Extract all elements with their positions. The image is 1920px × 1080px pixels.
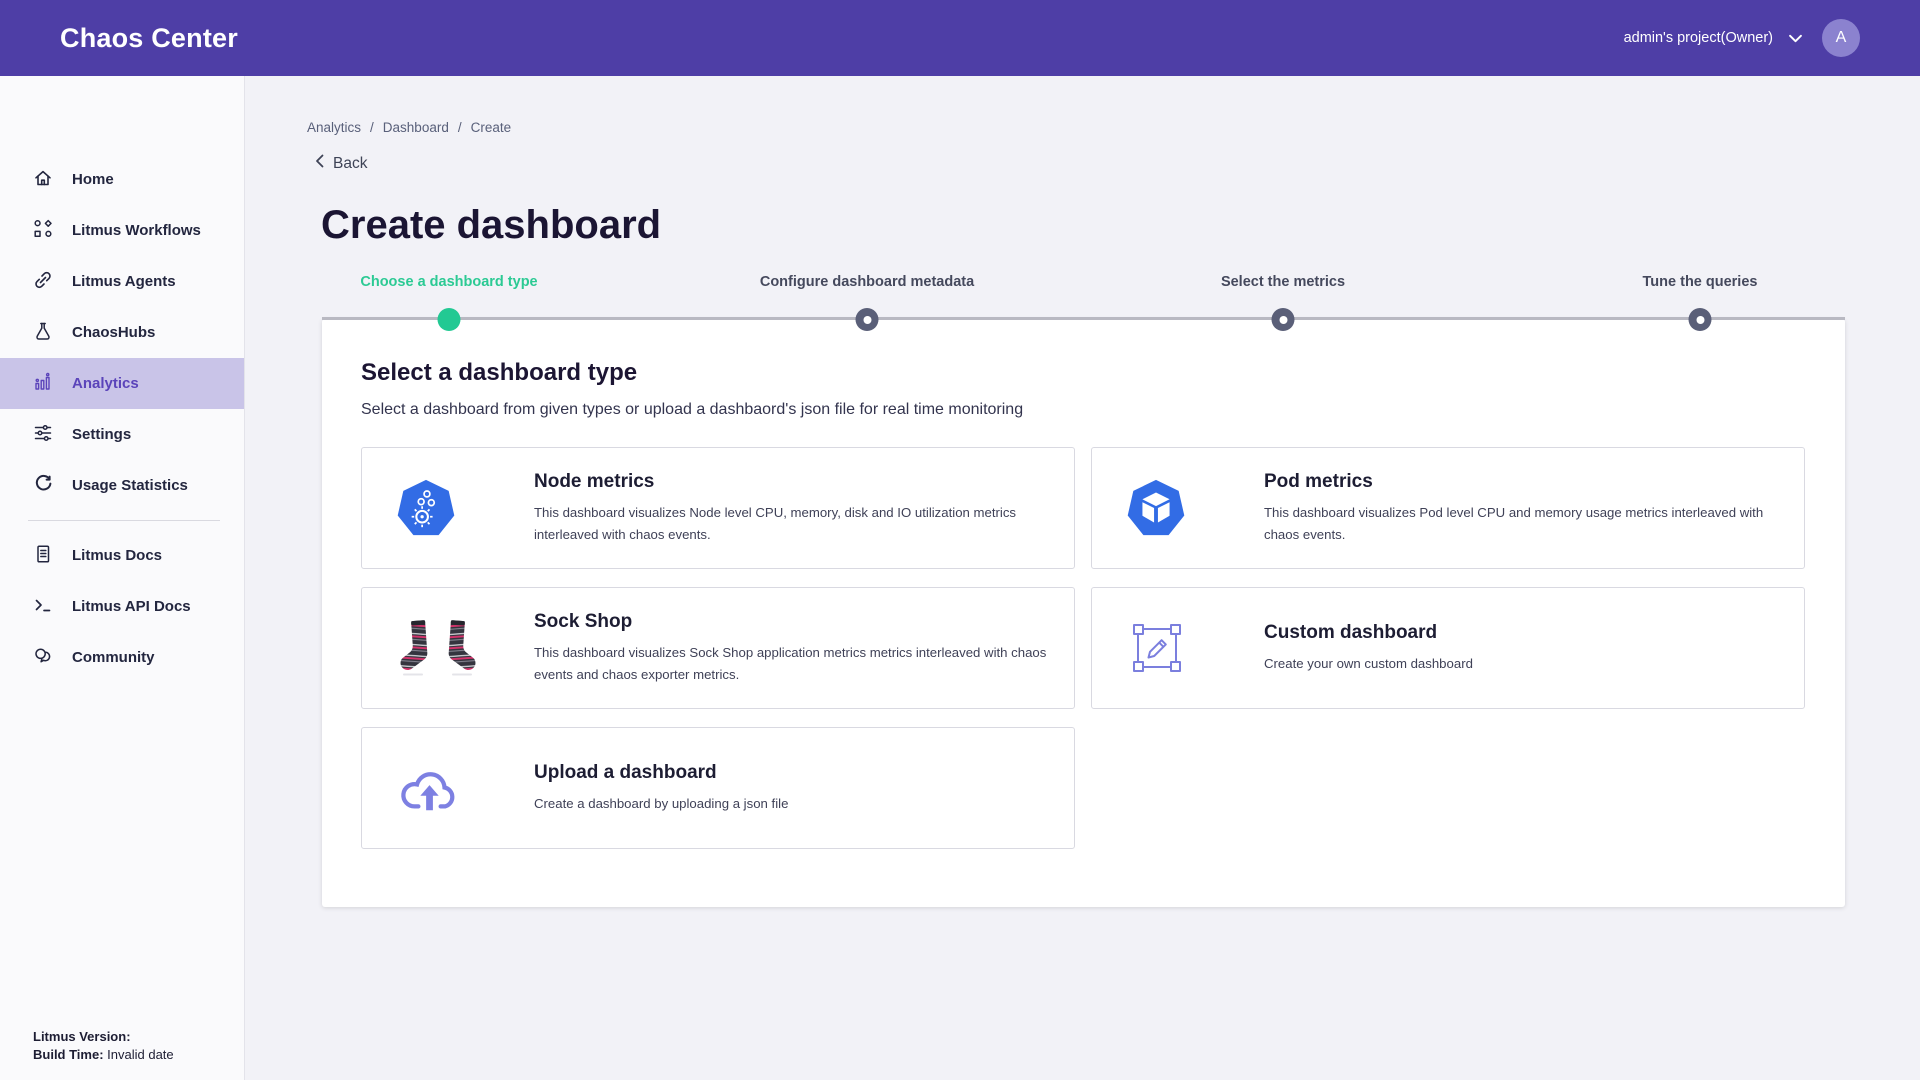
sidebar-item-label: ChaosHubs	[72, 324, 155, 341]
kubernetes-pod-icon	[1125, 477, 1264, 539]
sidebar-item-litmus-workflows[interactable]: Litmus Workflows	[0, 205, 244, 256]
tile-pod-metrics[interactable]: Pod metrics This dashboard visualizes Po…	[1091, 447, 1805, 569]
panel-heading: Select a dashboard type	[361, 359, 1805, 387]
tile-title: Custom dashboard	[1264, 622, 1784, 644]
breadcrumb-separator: /	[458, 120, 462, 135]
tile-title: Pod metrics	[1264, 471, 1784, 493]
stepper-card-wrap: Select a dashboard type Select a dashboa…	[322, 319, 1845, 907]
home-icon	[33, 168, 53, 192]
sidebar-item-label: Litmus Docs	[72, 547, 162, 564]
top-bar-right: admin's project(Owner) A	[1624, 19, 1860, 57]
avatar[interactable]: A	[1822, 19, 1860, 57]
back-label: Back	[333, 155, 367, 173]
kubernetes-node-icon	[395, 477, 534, 539]
step-dot-1[interactable]	[438, 308, 461, 331]
cloud-upload-icon	[395, 758, 534, 818]
tile-description: This dashboard visualizes Pod level CPU …	[1264, 502, 1784, 544]
document-icon	[33, 544, 53, 568]
top-bar: Chaos Center admin's project(Owner) A	[0, 0, 1920, 76]
tile-description: Create your own custom dashboard	[1264, 653, 1784, 674]
edit-frame-icon	[1125, 616, 1264, 680]
project-selector[interactable]: admin's project(Owner)	[1624, 30, 1802, 46]
tile-title: Sock Shop	[534, 611, 1054, 633]
breadcrumb-dashboard[interactable]: Dashboard	[383, 120, 449, 135]
sidebar-item-label: Settings	[72, 426, 131, 443]
main-content: Analytics / Dashboard / Create Back Crea…	[245, 76, 1920, 1080]
sidebar-item-analytics[interactable]: Analytics	[0, 358, 244, 409]
step-dot-4[interactable]	[1689, 308, 1712, 331]
terminal-icon	[33, 595, 53, 619]
tile-title: Node metrics	[534, 471, 1054, 493]
sidebar-item-label: Analytics	[72, 375, 139, 392]
step-label-choose-type: Choose a dashboard type	[360, 274, 537, 290]
tile-upload-dashboard[interactable]: Upload a dashboard Create a dashboard by…	[361, 727, 1075, 849]
bar-chart-icon	[33, 372, 53, 396]
sidebar-item-label: Home	[72, 171, 114, 188]
sidebar-item-litmus-docs[interactable]: Litmus Docs	[0, 530, 244, 581]
page-title: Create dashboard	[321, 203, 1920, 248]
chevron-down-icon	[1789, 34, 1802, 43]
breadcrumb-separator: /	[370, 120, 374, 135]
step-label-configure-metadata: Configure dashboard metadata	[760, 274, 974, 290]
sidebar-item-settings[interactable]: Settings	[0, 409, 244, 460]
tile-description: This dashboard visualizes Sock Shop appl…	[534, 642, 1054, 684]
sidebar-item-litmus-api-docs[interactable]: Litmus API Docs	[0, 581, 244, 632]
sidebar-item-usage-statistics[interactable]: Usage Statistics	[0, 460, 244, 511]
link-icon	[33, 270, 53, 294]
tile-sock-shop[interactable]: Sock Shop This dashboard visualizes Sock…	[361, 587, 1075, 709]
panel-subheading: Select a dashboard from given types or u…	[361, 401, 1805, 419]
tile-custom-dashboard[interactable]: Custom dashboard Create your own custom …	[1091, 587, 1805, 709]
sidebar-item-label: Litmus API Docs	[72, 598, 191, 615]
project-selector-label: admin's project(Owner)	[1624, 30, 1773, 46]
step-dot-2[interactable]	[856, 308, 879, 331]
sidebar-item-label: Community	[72, 649, 155, 666]
version-info: Litmus Version: Build Time: Invalid date	[33, 1028, 174, 1064]
chevron-left-icon	[315, 154, 324, 173]
build-time-label: Build Time:	[33, 1047, 104, 1062]
tile-description: This dashboard visualizes Node level CPU…	[534, 502, 1054, 544]
stepper-labels: Choose a dashboard type Configure dashbo…	[322, 274, 1845, 290]
stepper-track	[322, 317, 1845, 320]
refresh-icon	[33, 474, 53, 498]
tile-description: Create a dashboard by uploading a json f…	[534, 793, 1054, 814]
tile-node-metrics[interactable]: Node metrics This dashboard visualizes N…	[361, 447, 1075, 569]
sidebar-item-community[interactable]: Community	[0, 632, 244, 683]
tile-title: Upload a dashboard	[534, 762, 1054, 784]
socks-image	[395, 619, 534, 677]
flask-icon	[33, 321, 53, 345]
sliders-icon	[33, 423, 53, 447]
dashboard-type-grid: Node metrics This dashboard visualizes N…	[361, 447, 1805, 849]
sidebar-divider	[28, 520, 220, 521]
build-time-value: Invalid date	[104, 1047, 174, 1062]
app-title: Chaos Center	[60, 23, 238, 54]
sidebar-item-label: Litmus Agents	[72, 273, 176, 290]
step-dot-3[interactable]	[1272, 308, 1295, 331]
step-label-select-metrics: Select the metrics	[1221, 274, 1345, 290]
back-button[interactable]: Back	[315, 154, 367, 173]
sidebar-item-label: Litmus Workflows	[72, 222, 201, 239]
sidebar-item-label: Usage Statistics	[72, 477, 188, 494]
workflows-icon	[33, 219, 53, 243]
sidebar-item-home[interactable]: Home	[0, 154, 244, 205]
breadcrumb: Analytics / Dashboard / Create	[307, 120, 1920, 135]
sidebar-item-chaoshubs[interactable]: ChaosHubs	[0, 307, 244, 358]
breadcrumb-create: Create	[471, 120, 512, 135]
litmus-version-label: Litmus Version:	[33, 1029, 131, 1044]
sidebar-item-litmus-agents[interactable]: Litmus Agents	[0, 256, 244, 307]
breadcrumb-analytics[interactable]: Analytics	[307, 120, 361, 135]
chat-bubbles-icon	[33, 646, 53, 670]
sidebar: Home Litmus Workflows Litmus Agents Chao…	[0, 76, 245, 1080]
step-label-tune-queries: Tune the queries	[1643, 274, 1758, 290]
dashboard-type-panel: Select a dashboard type Select a dashboa…	[322, 319, 1845, 907]
